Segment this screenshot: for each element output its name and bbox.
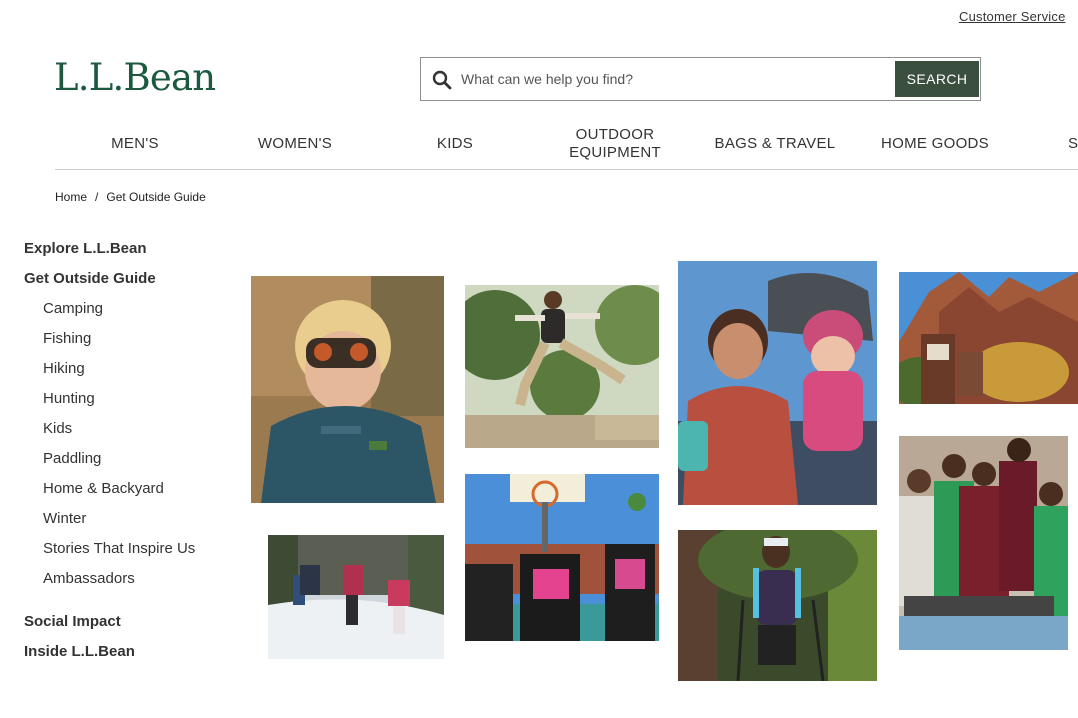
sidebar-item-stories[interactable]: Stories That Inspire Us [24,539,234,569]
sidebar-nav: Explore L.L.Bean Get Outside Guide Campi… [24,239,234,672]
search-button[interactable]: SEARCH [895,61,979,97]
sidebar-get-outside-guide[interactable]: Get Outside Guide [24,269,234,299]
search-icon [432,70,452,90]
sidebar-inside-llbean[interactable]: Inside L.L.Bean [24,642,234,672]
nav-kids[interactable]: KIDS [375,118,535,169]
sidebar-item-hiking[interactable]: Hiking [24,359,234,389]
nav-womens[interactable]: WOMEN'S [215,118,375,169]
nav-home-goods[interactable]: HOME GOODS [855,118,1015,169]
breadcrumb: Home / Get Outside Guide [55,190,206,204]
sidebar-item-paddling[interactable]: Paddling [24,449,234,479]
breadcrumb-home[interactable]: Home [55,190,87,204]
photo-basketball-court-team[interactable] [465,474,659,641]
photo-girl-jumping[interactable] [465,285,659,448]
photo-group-jumping[interactable] [899,436,1068,650]
sidebar-item-camping[interactable]: Camping [24,299,234,329]
breadcrumb-separator: / [95,190,99,204]
llbean-logo[interactable]: L.L.Bean [54,56,216,99]
breadcrumb-current: Get Outside Guide [106,190,206,204]
sidebar-item-winter[interactable]: Winter [24,509,234,539]
customer-service-link[interactable]: Customer Service [959,9,1066,24]
sidebar-social-impact[interactable]: Social Impact [24,612,234,642]
photo-zion-canyon[interactable] [899,272,1078,404]
sidebar-item-home-backyard[interactable]: Home & Backyard [24,479,234,509]
photo-snow-family[interactable] [268,535,444,659]
main-nav: MEN'S WOMEN'S KIDS OUTDOOR EQUIPMENT BAG… [55,118,1078,170]
photo-trail-hiker[interactable] [678,530,877,681]
nav-mens[interactable]: MEN'S [55,118,215,169]
photo-child-binoculars[interactable] [251,276,444,503]
nav-item-cutoff[interactable]: S [1068,118,1078,169]
nav-outdoor-equipment[interactable]: OUTDOOR EQUIPMENT [535,118,695,169]
sidebar-item-kids[interactable]: Kids [24,419,234,449]
sidebar-item-hunting[interactable]: Hunting [24,389,234,419]
nav-bags-travel[interactable]: BAGS & TRAVEL [695,118,855,169]
search-bar: SEARCH [420,57,981,101]
sidebar-item-ambassadors[interactable]: Ambassadors [24,569,234,599]
sidebar-item-fishing[interactable]: Fishing [24,329,234,359]
search-input[interactable] [461,65,881,93]
photo-mother-child-hiking[interactable] [678,261,877,505]
sidebar-explore[interactable]: Explore L.L.Bean [24,239,234,269]
